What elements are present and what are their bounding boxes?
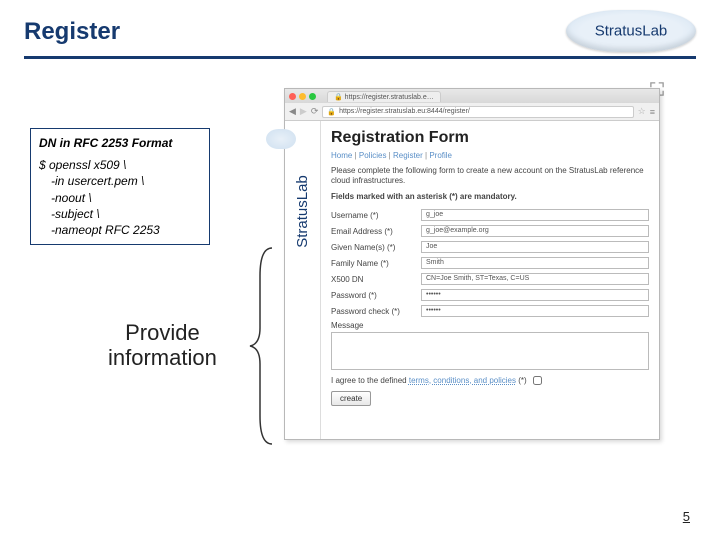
dn-box-title: DN in RFC 2253 Format [39,135,201,151]
username-label: Username (*) [331,211,421,220]
message-label: Message [331,321,649,330]
mandatory-note: Fields marked with an asterisk (*) are m… [331,192,649,201]
lock-icon: 🔒 [327,108,336,116]
family-name-input[interactable]: Smith [421,257,649,269]
password-input[interactable]: •••••• [421,289,649,301]
given-name-label: Given Name(s) (*) [331,243,421,252]
page-nav: Home | Policies | Register | Profile [331,151,649,160]
email-label: Email Address (*) [331,227,421,236]
forward-icon[interactable]: ▶ [300,106,307,117]
x500-dn-input[interactable]: CN=Joe Smith, ST=Texas, C=US [421,273,649,285]
page-number: 5 [683,509,690,524]
family-name-label: Family Name (*) [331,259,421,268]
stratuslab-logo: StratusLab [566,10,696,52]
email-input[interactable]: g_joe@example.org [421,225,649,237]
reload-icon[interactable]: ⟳ [311,106,319,117]
provide-information-callout: Provide information [108,320,217,371]
terms-link[interactable]: terms, conditions, and policies [409,376,516,385]
dn-format-box: DN in RFC 2253 Format $ openssl x509 \ -… [30,128,210,245]
username-input[interactable]: g_joe [421,209,649,221]
back-icon[interactable]: ◀ [289,106,296,117]
browser-window: 🔒 https://register.stratuslab.e… ◀ ▶ ⟳ 🔒… [284,88,660,440]
given-name-input[interactable]: Joe [421,241,649,253]
url-field[interactable]: 🔒 https://register.stratuslab.eu:8444/re… [322,106,633,118]
stratuslab-sidebar-logo: StratusLab [285,121,321,439]
create-button[interactable]: create [331,391,371,406]
browser-titlebar: 🔒 https://register.stratuslab.e… [285,89,659,103]
nav-register[interactable]: Register [393,151,423,160]
menu-icon[interactable]: ≡ [650,107,655,117]
window-zoom-icon[interactable] [309,93,316,100]
nav-profile[interactable]: Profile [429,151,452,160]
password-label: Password (*) [331,291,421,300]
bookmark-icon[interactable]: ☆ [638,106,646,117]
nav-home[interactable]: Home [331,151,352,160]
page-heading: Registration Form [331,129,649,147]
window-minimize-icon[interactable] [299,93,306,100]
agree-row: I agree to the defined terms, conditions… [331,376,649,385]
window-close-icon[interactable] [289,93,296,100]
x500-dn-label: X500 DN [331,275,421,284]
browser-tab[interactable]: 🔒 https://register.stratuslab.e… [327,91,441,102]
password-check-input[interactable]: •••••• [421,305,649,317]
page-content: Registration Form Home | Policies | Regi… [321,121,659,439]
openssl-command: $ openssl x509 \ -in usercert.pem \ -noo… [39,157,201,238]
agree-checkbox[interactable] [533,376,542,385]
nav-policies[interactable]: Policies [359,151,387,160]
browser-toolbar: ◀ ▶ ⟳ 🔒 https://register.stratuslab.eu:8… [285,103,659,121]
password-check-label: Password check (*) [331,307,421,316]
curly-brace-icon [248,246,276,446]
intro-text: Please complete the following form to cr… [331,166,649,186]
title-divider [24,56,696,59]
message-textarea[interactable] [331,332,649,370]
